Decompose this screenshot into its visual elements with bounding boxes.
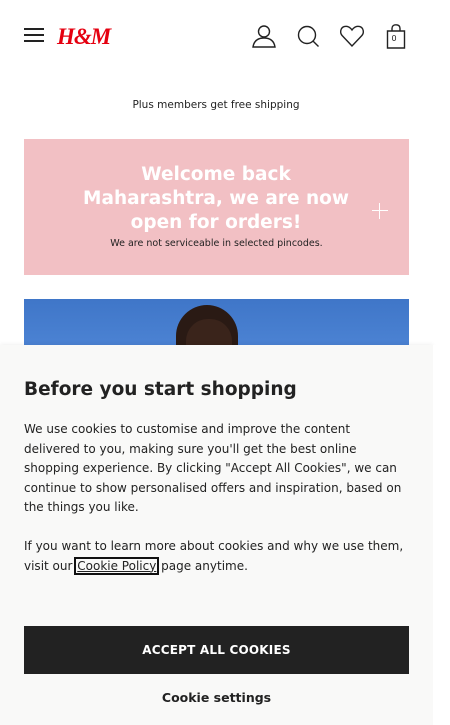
- plus-icon[interactable]: [372, 203, 388, 219]
- banner-subtitle: We are not serviceable in selected pinco…: [110, 238, 323, 249]
- brand-logo[interactable]: H&M: [57, 24, 111, 50]
- welcome-banner[interactable]: Welcome back Maharashtra, we are now ope…: [24, 139, 409, 275]
- accept-all-cookies-button[interactable]: ACCEPT ALL COOKIES: [24, 626, 409, 674]
- cookie-consent-dialog: Before you start shopping We use cookies…: [0, 345, 433, 725]
- user-icon[interactable]: [250, 22, 278, 50]
- cookie-dialog-policy-text: If you want to learn more about cookies …: [24, 537, 409, 576]
- cookie-policy-link[interactable]: Cookie Policy: [74, 556, 160, 575]
- cookie-dialog-description: We use cookies to customise and improve …: [24, 422, 402, 514]
- promo-message[interactable]: Plus members get free shipping: [0, 99, 432, 111]
- bag-count-badge: 0: [391, 34, 397, 43]
- page-edge: [433, 345, 450, 725]
- cookie-dialog-title: Before you start shopping: [24, 379, 297, 400]
- site-header: H&M 0: [0, 0, 450, 72]
- heart-icon[interactable]: [338, 22, 366, 50]
- bag-icon[interactable]: 0: [384, 22, 412, 50]
- cookie-settings-button[interactable]: Cookie settings: [24, 686, 409, 708]
- policy-text-suffix: page anytime.: [161, 558, 248, 573]
- search-icon[interactable]: [294, 22, 322, 50]
- banner-title: Welcome back Maharashtra, we are now ope…: [83, 164, 349, 233]
- menu-icon[interactable]: [24, 28, 44, 42]
